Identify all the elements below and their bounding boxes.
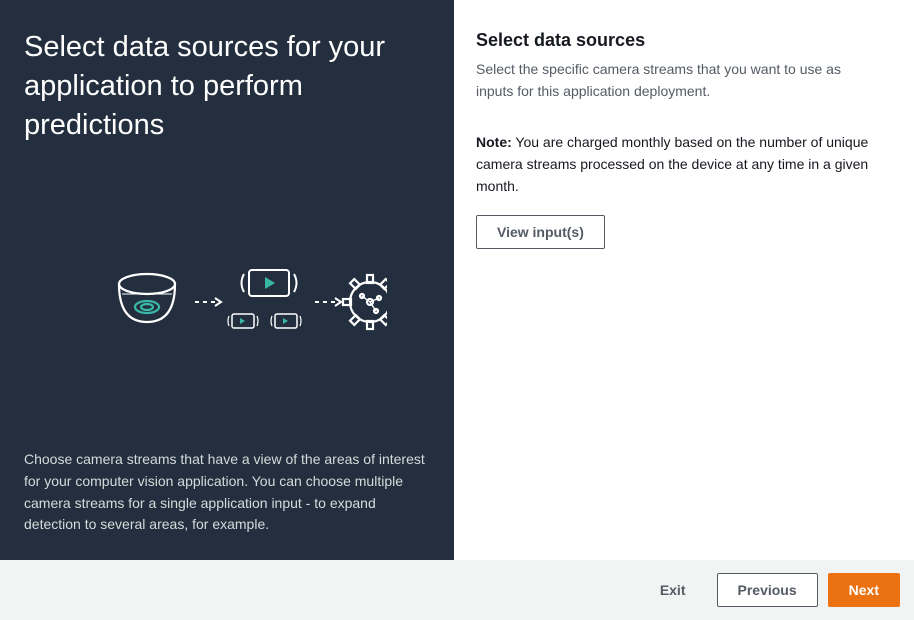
- note-text: You are charged monthly based on the num…: [476, 134, 868, 193]
- form-panel: Select data sources Select the specific …: [454, 0, 914, 560]
- info-panel: Select data sources for your application…: [0, 0, 454, 560]
- note-label: Note:: [476, 134, 512, 150]
- wizard-content: Select data sources for your application…: [0, 0, 914, 560]
- info-panel-title: Select data sources for your application…: [24, 28, 430, 145]
- form-description: Select the specific camera streams that …: [476, 59, 881, 102]
- form-note: Note: You are charged monthly based on t…: [476, 132, 881, 197]
- next-button[interactable]: Next: [828, 573, 900, 607]
- data-flow-illustration-icon: [67, 252, 387, 352]
- wizard-footer: Exit Previous Next: [0, 560, 914, 620]
- exit-button[interactable]: Exit: [639, 573, 707, 607]
- view-inputs-button[interactable]: View input(s): [476, 215, 605, 249]
- illustration: [24, 155, 430, 449]
- wizard-container: Select data sources for your application…: [0, 0, 914, 620]
- previous-button[interactable]: Previous: [717, 573, 818, 607]
- info-panel-description: Choose camera streams that have a view o…: [24, 449, 430, 536]
- form-title: Select data sources: [476, 30, 892, 51]
